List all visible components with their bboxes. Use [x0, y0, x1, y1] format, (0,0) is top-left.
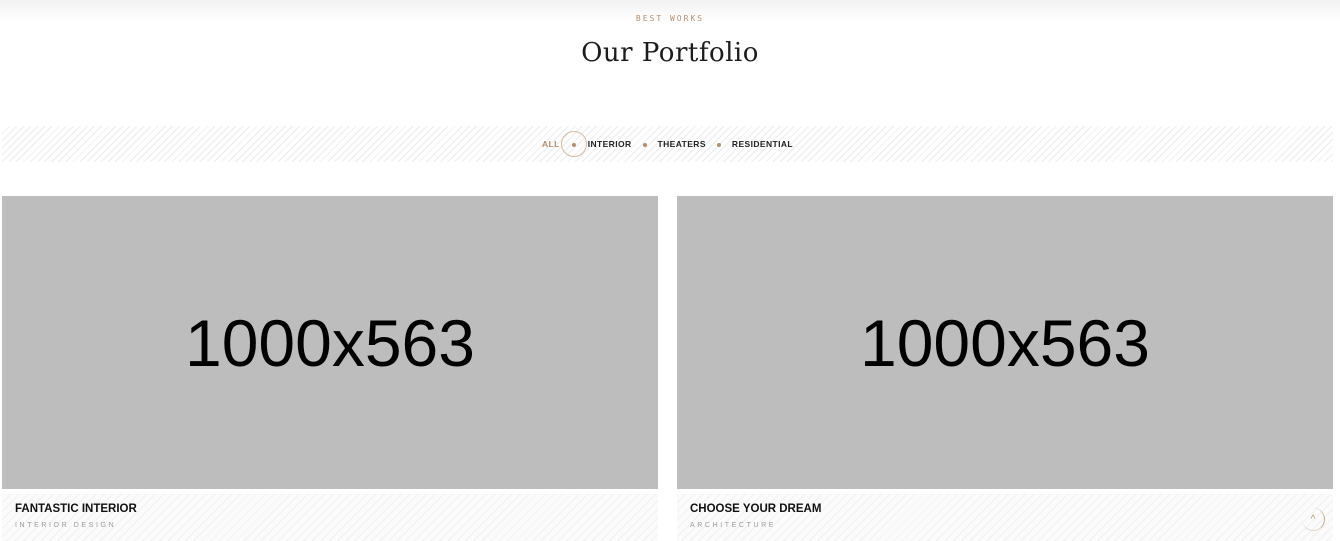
filter-separator-dot	[560, 131, 587, 157]
portfolio-caption: FANTASTIC INTERIOR INTERIOR DESIGN	[2, 494, 658, 541]
portfolio-item[interactable]: 1000x563 CHOOSE YOUR DREAM ARCHITECTURE	[677, 196, 1333, 541]
chevron-up-icon: ^	[1310, 513, 1316, 525]
filter-all[interactable]: ALL	[542, 139, 560, 149]
portfolio-item-title[interactable]: FANTASTIC INTERIOR	[15, 503, 137, 515]
filter-separator-dot	[716, 143, 721, 147]
portfolio-image-placeholder[interactable]: 1000x563	[2, 196, 658, 489]
portfolio-item-category: INTERIOR DESIGN	[15, 522, 117, 529]
filter-residential[interactable]: RESIDENTIAL	[732, 139, 793, 149]
section-title: Our Portfolio	[581, 38, 759, 68]
portfolio-image-placeholder[interactable]: 1000x563	[677, 196, 1333, 489]
portfolio-caption: CHOOSE YOUR DREAM ARCHITECTURE	[677, 494, 1333, 541]
filter-separator-dot	[642, 143, 647, 147]
filter-list: ALL INTERIOR THEATERS RESIDENTIAL	[2, 126, 1333, 162]
portfolio-filter-bar: ALL INTERIOR THEATERS RESIDENTIAL	[2, 126, 1333, 162]
filter-interior[interactable]: INTERIOR	[588, 139, 632, 149]
filter-theaters[interactable]: THEATERS	[658, 139, 706, 149]
section-subtitle: BEST WORKS	[635, 14, 705, 23]
scroll-to-top-button[interactable]: ^	[1302, 508, 1325, 531]
portfolio-item[interactable]: 1000x563 FANTASTIC INTERIOR INTERIOR DES…	[2, 196, 658, 541]
portfolio-item-category: ARCHITECTURE	[690, 522, 777, 529]
portfolio-item-title[interactable]: CHOOSE YOUR DREAM	[690, 503, 821, 515]
